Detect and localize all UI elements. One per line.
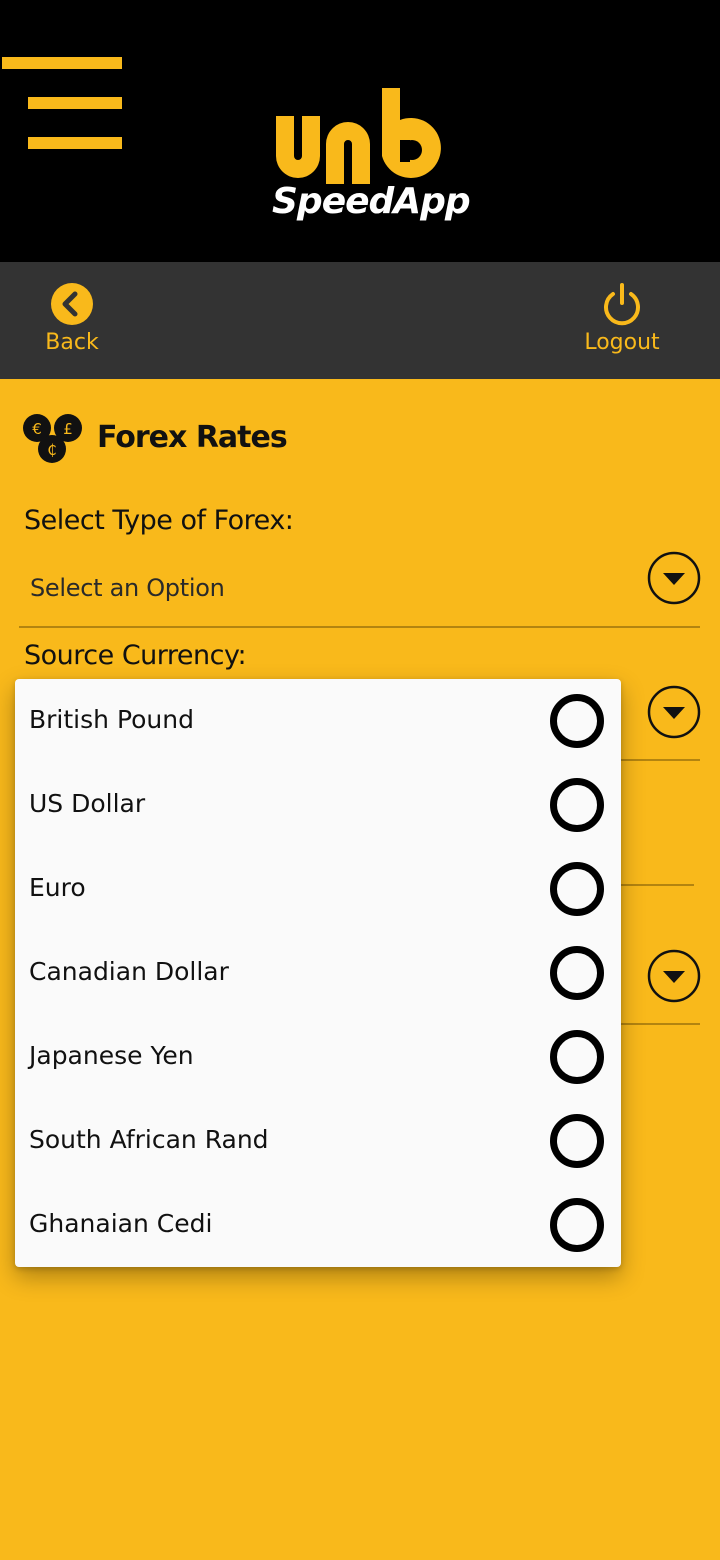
radio-button[interactable]	[550, 862, 604, 916]
svg-text:€: €	[32, 420, 42, 438]
currency-coins-icon: € £ ₵	[23, 414, 82, 463]
currency-option-canadian-dollar[interactable]: Canadian Dollar	[15, 931, 621, 1015]
currency-option-south-african-rand[interactable]: South African Rand	[15, 1099, 621, 1183]
option-label: South African Rand	[29, 1125, 269, 1154]
page-title-row: € £ ₵ Forex Rates	[22, 412, 422, 468]
option-label: Canadian Dollar	[29, 957, 229, 986]
currency-option-ghanaian-cedi[interactable]: Ghanaian Cedi	[15, 1183, 621, 1267]
chevron-down-circle-icon[interactable]	[647, 949, 701, 1003]
logout-button[interactable]: Logout	[572, 262, 672, 379]
menu-bar-top	[2, 57, 122, 69]
currency-options-popup: British Pound US Dollar Euro Canadian Do…	[15, 679, 621, 1267]
back-button[interactable]: Back	[36, 262, 108, 379]
menu-bar-bottom	[28, 137, 122, 149]
logo-speedapp-text: SpeedApp	[272, 181, 471, 222]
radio-button[interactable]	[550, 946, 604, 1000]
page-title: Forex Rates	[97, 420, 288, 455]
menu-bar-middle	[28, 97, 122, 109]
option-label: US Dollar	[29, 789, 146, 818]
source-currency-underline	[620, 759, 700, 761]
option-label: Ghanaian Cedi	[29, 1209, 213, 1238]
currency-option-british-pound[interactable]: British Pound	[15, 679, 621, 763]
chevron-down-circle-icon[interactable]	[647, 685, 701, 739]
back-label: Back	[45, 330, 99, 355]
option-label: British Pound	[29, 705, 194, 734]
source-currency-label: Source Currency:	[24, 640, 247, 671]
radio-button[interactable]	[550, 778, 604, 832]
option-label: Japanese Yen	[29, 1041, 194, 1070]
currency-option-euro[interactable]: Euro	[15, 847, 621, 931]
toolbar: Back Logout	[0, 262, 720, 379]
forex-type-underline	[19, 626, 700, 628]
logout-label: Logout	[584, 330, 660, 355]
forex-type-select[interactable]: Select an Option	[30, 574, 225, 602]
radio-button[interactable]	[550, 1114, 604, 1168]
app-header: SpeedApp	[0, 0, 720, 262]
option-label: Euro	[29, 873, 86, 902]
power-icon	[604, 283, 640, 326]
target-currency-underline	[620, 1023, 700, 1025]
radio-button[interactable]	[550, 1030, 604, 1084]
radio-button[interactable]	[550, 694, 604, 748]
forex-type-label: Select Type of Forex:	[24, 505, 294, 536]
amount-field-underline	[620, 884, 694, 886]
chevron-down-circle-icon[interactable]	[647, 551, 701, 605]
chevron-left-circle-icon	[51, 283, 93, 325]
svg-text:₵: ₵	[47, 441, 57, 459]
currency-option-japanese-yen[interactable]: Japanese Yen	[15, 1015, 621, 1099]
currency-option-us-dollar[interactable]: US Dollar	[15, 763, 621, 847]
hamburger-menu-icon[interactable]	[0, 50, 130, 160]
radio-button[interactable]	[550, 1198, 604, 1252]
svg-text:£: £	[63, 420, 73, 438]
